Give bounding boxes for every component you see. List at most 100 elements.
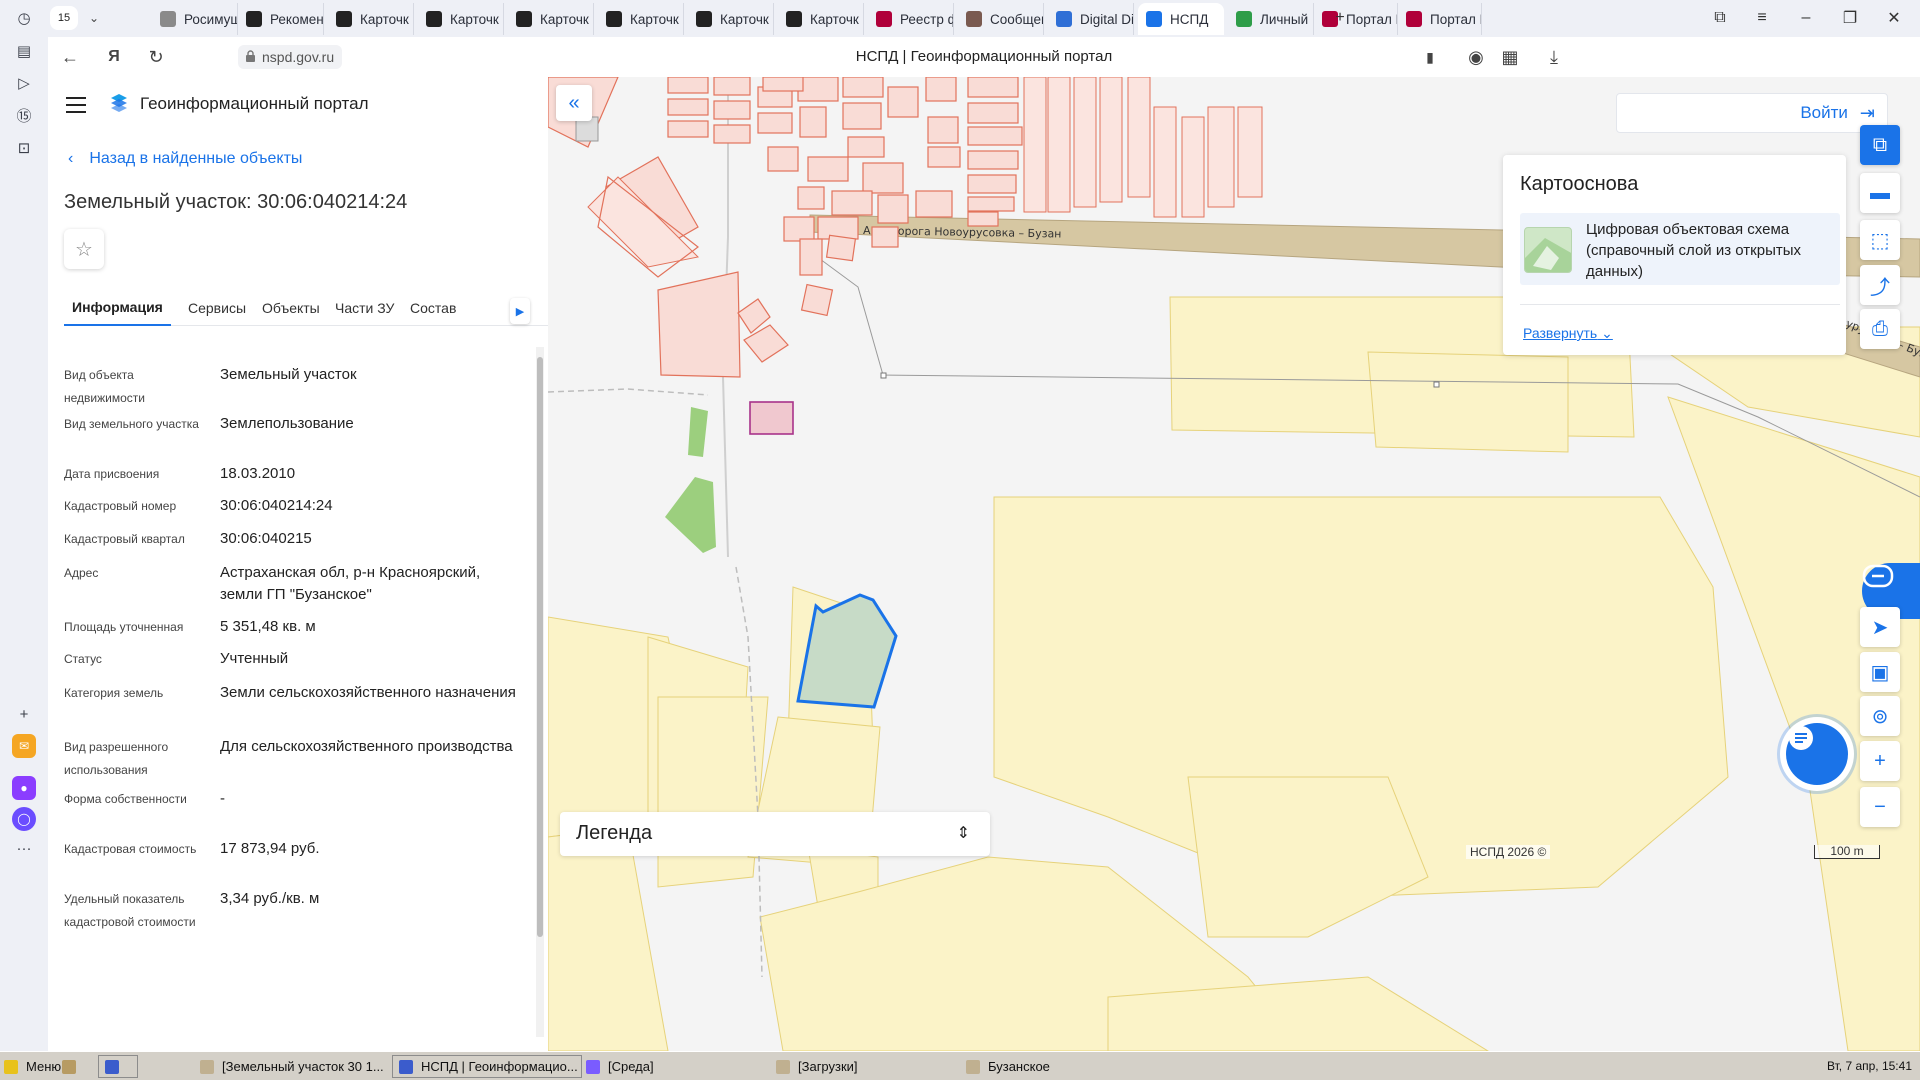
- map-view[interactable]: Автодорога Новоурусовка – Бузан Автодоро…: [548, 77, 1920, 1051]
- close-icon[interactable]: ✕: [1882, 6, 1906, 30]
- taskbar-item-3[interactable]: [Среда]: [586, 1055, 766, 1078]
- browser-tab[interactable]: НСПД: [1138, 3, 1224, 35]
- login-button[interactable]: Войти ⇥: [1616, 93, 1888, 133]
- collections-icon[interactable]: ▤: [12, 39, 36, 63]
- chevron-down-icon[interactable]: ⌄: [84, 6, 104, 30]
- property-key: Вид земельного участка: [64, 417, 199, 431]
- tab-label: Портал Р: [1430, 11, 1481, 27]
- restore-icon[interactable]: ❐: [1838, 6, 1862, 30]
- tab-favicon-icon: [1236, 11, 1252, 27]
- taskbar: Меню [Земельный участок 30 1... НСПД | Г…: [0, 1051, 1920, 1080]
- tab-label: Сообщен: [990, 11, 1044, 27]
- login-icon: ⇥: [1859, 102, 1875, 123]
- quick-launch-browser-icon[interactable]: [98, 1055, 138, 1078]
- share-icon[interactable]: ⤴: [1860, 265, 1900, 305]
- tab-label: Карточк: [630, 11, 679, 27]
- tab-information[interactable]: Информация: [64, 290, 171, 326]
- browser-tab[interactable]: Digital Di: [1048, 3, 1134, 35]
- print-icon[interactable]: ⎙: [1860, 309, 1900, 349]
- back-to-results-link[interactable]: ‹ Назад в найденные объекты: [68, 150, 302, 168]
- tab-services[interactable]: Сервисы: [188, 290, 246, 326]
- copyright: НСПД 2026 ©: [1466, 845, 1551, 859]
- expand-link[interactable]: Развернуть ⌄: [1523, 325, 1613, 342]
- property-key: Форма собственности: [64, 792, 187, 806]
- tab-favicon-icon: [336, 11, 352, 27]
- minimap-icon[interactable]: ▣: [1860, 652, 1900, 692]
- hamburger-menu-icon[interactable]: [66, 97, 86, 113]
- object-info-panel: Геоинформационный портал ‹ Назад в найде…: [48, 77, 548, 1051]
- location-pin-icon[interactable]: ⊚: [1860, 696, 1900, 736]
- legend-bar[interactable]: Легенда ⇕: [560, 812, 990, 856]
- panel-scrollbar[interactable]: [536, 347, 544, 1037]
- extension-icon[interactable]: ◉: [1464, 45, 1488, 69]
- property-value: Астраханская обл, р-н Красноярский, земл…: [220, 564, 481, 603]
- new-tab-icon[interactable]: +: [1328, 6, 1352, 30]
- browser-tab[interactable]: Карточк: [418, 3, 504, 35]
- browser-tab[interactable]: Реестр ф: [868, 3, 954, 35]
- browser-tab[interactable]: Карточк: [598, 3, 684, 35]
- browser-tab[interactable]: Портал Р: [1314, 3, 1398, 35]
- start-menu-button[interactable]: Меню: [4, 1055, 61, 1078]
- browser-tab[interactable]: Портал Р: [1398, 3, 1482, 35]
- zoom-in-button[interactable]: +: [1860, 741, 1900, 781]
- tab-parts[interactable]: Части ЗУ: [335, 290, 394, 326]
- minimize-icon[interactable]: –: [1794, 6, 1818, 30]
- tab-objects[interactable]: Объекты: [262, 290, 320, 326]
- tab-composition[interactable]: Состав: [410, 290, 456, 326]
- browser-tab[interactable]: Карточк: [688, 3, 774, 35]
- calendar-icon[interactable]: ⑮: [12, 103, 36, 127]
- add-panel-icon[interactable]: +: [12, 702, 36, 726]
- taskbar-item-4[interactable]: [Загрузки]: [776, 1055, 956, 1078]
- tab-favicon-icon: [786, 11, 802, 27]
- assistant-icon[interactable]: ◯: [12, 807, 36, 831]
- taskbar-item-2[interactable]: НСПД | Геоинформацио...: [392, 1055, 582, 1078]
- select-area-icon[interactable]: ⬚: [1860, 220, 1900, 260]
- basemap-card[interactable]: Цифровая объектовая схема (справочный сл…: [1520, 213, 1840, 285]
- browser-tab[interactable]: Карточк: [508, 3, 594, 35]
- browser-tab[interactable]: Рекомен: [238, 3, 324, 35]
- address-bar: ← Я ↻ nspd.gov.ru НСПД | Геоинформационн…: [48, 37, 1920, 77]
- browser-tab[interactable]: Карточк: [778, 3, 864, 35]
- tab-favicon-icon: [1406, 11, 1422, 27]
- property-value: -: [220, 790, 225, 807]
- basemap-panel: Картооснова Цифровая объектовая схема (с…: [1503, 155, 1846, 355]
- history-icon[interactable]: ◷: [12, 6, 36, 30]
- mail-icon[interactable]: ✉: [12, 734, 36, 758]
- browser-tab[interactable]: Карточк: [328, 3, 414, 35]
- tab-count-badge[interactable]: 15: [50, 6, 78, 30]
- tab-manager-icon[interactable]: ⧉: [1708, 6, 1732, 30]
- property-key: Адрес: [64, 566, 99, 580]
- video-icon[interactable]: ▷: [12, 71, 36, 95]
- property-key: Статус: [64, 652, 102, 666]
- favorite-star-button[interactable]: ☆: [64, 229, 104, 269]
- media-icon[interactable]: ⊡: [12, 136, 36, 160]
- browser-tab[interactable]: Личный: [1228, 3, 1314, 35]
- browser-tab[interactable]: Сообщен: [958, 3, 1044, 35]
- more-icon[interactable]: ···: [12, 836, 36, 860]
- tabs-scroll-right-button[interactable]: ▶: [510, 298, 530, 324]
- taskbar-item-1[interactable]: [Земельный участок 30 1...: [200, 1055, 388, 1078]
- system-clock: Вт, 7 апр, 15:41: [1827, 1059, 1912, 1073]
- basemap-thumbnail: [1524, 227, 1572, 273]
- taskbar-item-5[interactable]: Бузанское: [966, 1055, 1146, 1078]
- tab-label: Карточк: [810, 11, 859, 27]
- browser-tab[interactable]: Росимущ: [152, 3, 238, 35]
- chat-button[interactable]: [1786, 723, 1848, 785]
- tab-favicon-icon: [1146, 11, 1162, 27]
- zoom-out-button[interactable]: −: [1860, 787, 1900, 827]
- property-value: 3,34 руб./кв. м: [220, 890, 320, 907]
- quick-launch-files-icon[interactable]: [62, 1055, 90, 1078]
- start-menu-icon: [4, 1059, 18, 1074]
- menu-icon[interactable]: ≡: [1750, 6, 1774, 30]
- ruler-icon[interactable]: ▬: [1860, 173, 1900, 213]
- geolocation-icon[interactable]: ➤: [1860, 607, 1900, 647]
- tab-favicon-icon: [606, 11, 622, 27]
- wallet-icon[interactable]: ▦: [1498, 45, 1522, 69]
- messenger-icon[interactable]: ●: [12, 776, 36, 800]
- bookmark-icon[interactable]: ▮: [1418, 45, 1442, 69]
- downloads-icon[interactable]: ⤓: [1542, 45, 1566, 69]
- collapse-panel-button[interactable]: «: [556, 85, 592, 121]
- property-key: Удельный показатель кадастровой стоимост…: [64, 892, 196, 929]
- layers-icon[interactable]: ⧉: [1860, 125, 1900, 165]
- basemap-divider: [1520, 304, 1840, 305]
